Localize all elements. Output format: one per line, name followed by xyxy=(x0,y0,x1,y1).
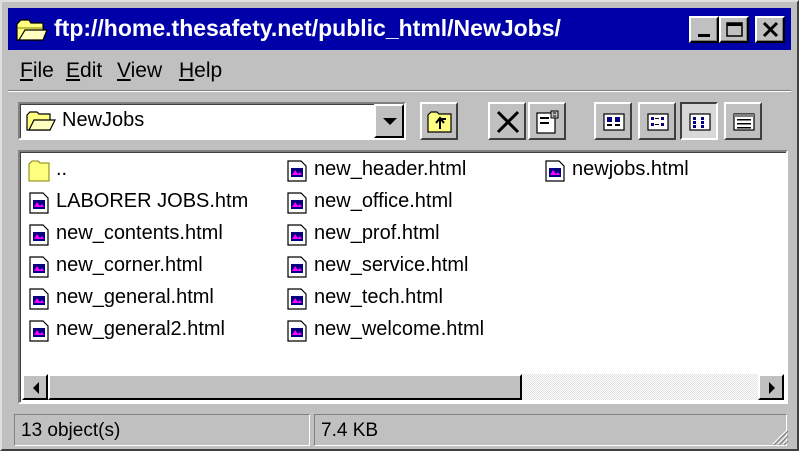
html-file-icon xyxy=(29,320,49,342)
address-value: NewJobs xyxy=(62,109,145,131)
status-bar: 13 object(s) 7.4 KB xyxy=(8,414,791,448)
properties-icon xyxy=(536,110,559,134)
small-icons-view-button[interactable] xyxy=(638,102,676,140)
details-view-icon xyxy=(733,113,755,131)
title-bar[interactable]: ftp://home.thesafety.net/public_html/New… xyxy=(8,8,791,50)
chevron-down-icon xyxy=(383,118,397,125)
html-file-icon xyxy=(29,256,49,278)
list-view-button[interactable] xyxy=(680,102,718,140)
menu-file[interactable]: File xyxy=(20,59,54,83)
folder-open-icon xyxy=(26,110,56,132)
scroll-left-button[interactable] xyxy=(22,374,48,400)
folder-icon xyxy=(28,160,50,182)
html-file-icon xyxy=(287,160,307,182)
html-file-icon xyxy=(287,320,307,342)
properties-button[interactable] xyxy=(528,102,566,140)
html-file-icon xyxy=(287,288,307,310)
minimize-icon xyxy=(698,34,710,37)
resize-grip-icon[interactable] xyxy=(769,426,789,446)
close-button[interactable] xyxy=(755,16,785,43)
menu-help[interactable]: Help xyxy=(179,59,222,83)
html-file-icon xyxy=(29,288,49,310)
scroll-right-button[interactable] xyxy=(758,374,784,400)
html-file-icon xyxy=(287,256,307,278)
arrow-left-icon xyxy=(33,382,39,394)
up-folder-icon xyxy=(427,111,452,133)
list-view-icon xyxy=(689,113,711,131)
file-list[interactable]: .. LABORER JOBS.htm new_contents.html ne… xyxy=(18,150,788,404)
maximize-button[interactable] xyxy=(719,16,749,43)
delete-button[interactable] xyxy=(488,102,526,140)
up-folder-button[interactable] xyxy=(420,102,458,140)
status-object-count: 13 object(s) xyxy=(14,414,310,446)
html-file-icon xyxy=(29,192,49,214)
explorer-window: ftp://home.thesafety.net/public_html/New… xyxy=(0,0,799,451)
large-icons-view-icon xyxy=(603,113,625,131)
address-combobox[interactable]: NewJobs xyxy=(18,102,406,140)
menu-edit[interactable]: Edit xyxy=(66,59,102,83)
close-icon xyxy=(762,21,779,38)
arrow-right-icon xyxy=(769,382,775,394)
menu-bar: File Edit View Help xyxy=(8,54,791,88)
window-title: ftp://home.thesafety.net/public_html/New… xyxy=(54,15,561,41)
html-file-icon xyxy=(287,192,307,214)
menu-separator xyxy=(8,90,791,92)
details-view-button[interactable] xyxy=(724,102,762,140)
menu-view[interactable]: View xyxy=(117,59,162,83)
maximize-icon xyxy=(726,22,743,37)
minimize-button[interactable] xyxy=(689,16,719,43)
html-file-icon xyxy=(287,224,307,246)
delete-icon xyxy=(496,110,520,134)
html-file-icon xyxy=(545,160,565,182)
html-file-icon xyxy=(29,224,49,246)
address-dropdown-button[interactable] xyxy=(374,104,404,138)
scrollbar-thumb[interactable] xyxy=(48,374,522,400)
ftp-folder-icon xyxy=(16,18,48,42)
large-icons-view-button[interactable] xyxy=(594,102,632,140)
horizontal-scrollbar[interactable] xyxy=(22,374,784,400)
small-icons-view-icon xyxy=(647,113,669,131)
status-size: 7.4 KB xyxy=(314,414,787,446)
